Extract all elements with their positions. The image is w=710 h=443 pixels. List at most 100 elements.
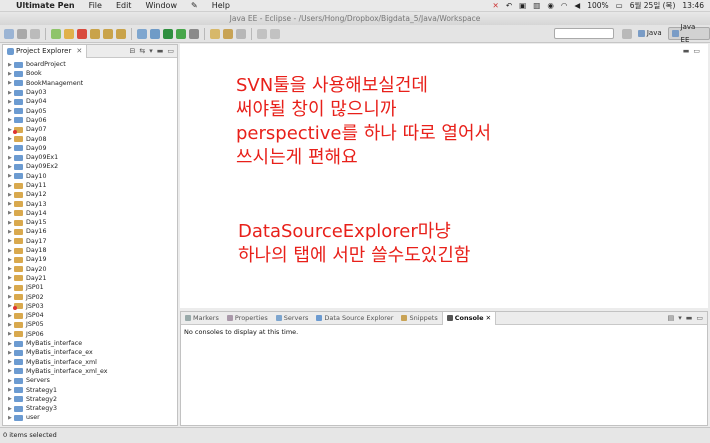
- back-icon[interactable]: [257, 28, 267, 39]
- step-return-icon[interactable]: [116, 28, 126, 39]
- suspend-icon[interactable]: [64, 28, 74, 39]
- tree-item-project[interactable]: ▶ MyBatis_interface_ex: [3, 348, 177, 357]
- terminate-icon[interactable]: [77, 28, 87, 39]
- menu-edit[interactable]: Edit: [116, 1, 132, 10]
- battery-percent[interactable]: 100%: [587, 1, 608, 10]
- clock-date[interactable]: 6월 25일 (목): [630, 0, 676, 11]
- step-into-icon[interactable]: [90, 28, 100, 39]
- new-icon[interactable]: [4, 28, 14, 39]
- menu-help[interactable]: Help: [212, 1, 230, 10]
- open-folder-icon[interactable]: [223, 28, 233, 39]
- tree-item-project[interactable]: ▶ MyBatis_interface_xml: [3, 358, 177, 367]
- battery-icon: ▭: [615, 1, 623, 10]
- debug-icon[interactable]: [51, 28, 61, 39]
- close-pen-icon[interactable]: ✕: [493, 1, 499, 10]
- maximize-icon[interactable]: ▭: [693, 47, 700, 55]
- minimize-icon[interactable]: ▬: [686, 314, 693, 322]
- tab-properties[interactable]: Properties: [223, 312, 272, 325]
- close-icon[interactable]: ✕: [486, 312, 491, 325]
- display-console-icon[interactable]: ▾: [678, 314, 682, 322]
- forward-icon[interactable]: [270, 28, 280, 39]
- perspective-java[interactable]: Java: [634, 27, 666, 40]
- clock-time[interactable]: 13:46: [682, 1, 704, 10]
- tree-item-project[interactable]: ▶ Book: [3, 69, 177, 78]
- pen-icon[interactable]: ✎: [191, 1, 198, 10]
- tree-item-project[interactable]: ▶ Day10: [3, 172, 177, 181]
- tree-item-project[interactable]: ▶ MyBatis_interface_xml_ex: [3, 367, 177, 376]
- tree-item-project[interactable]: ▶ Day07: [3, 125, 177, 134]
- tree-item-project[interactable]: ▶ Day20: [3, 265, 177, 274]
- tab-snippets[interactable]: Snippets: [397, 312, 441, 325]
- collapse-all-icon[interactable]: ⊟: [129, 47, 135, 55]
- minimize-icon[interactable]: ▬: [683, 47, 690, 55]
- tab-project-explorer[interactable]: Project Explorer ✕: [3, 44, 88, 58]
- quick-access-input[interactable]: [554, 28, 614, 39]
- tree-item-project[interactable]: ▶ Day18: [3, 246, 177, 255]
- tree-item-project[interactable]: ▶ MyBatis_interface: [3, 339, 177, 348]
- maximize-icon[interactable]: ▭: [696, 314, 703, 322]
- tree-item-project[interactable]: ▶ JSP05: [3, 320, 177, 329]
- tree-item-project[interactable]: ▶ Strategy2: [3, 395, 177, 404]
- tree-item-project[interactable]: ▶ Day09: [3, 144, 177, 153]
- web-browser-icon[interactable]: [150, 28, 160, 39]
- tree-item-project[interactable]: ▶ Day11: [3, 181, 177, 190]
- tree-item-project[interactable]: ▶ JSP03: [3, 302, 177, 311]
- tree-item-project[interactable]: ▶ user: [3, 413, 177, 422]
- tree-item-project[interactable]: ▶ Day05: [3, 106, 177, 115]
- tree-item-project[interactable]: ▶ Day12: [3, 190, 177, 199]
- tree-item-project[interactable]: ▶ Servers: [3, 376, 177, 385]
- server-icon[interactable]: [137, 28, 147, 39]
- tree-item-project[interactable]: ▶ Day04: [3, 97, 177, 106]
- tree-item-project[interactable]: ▶ Day17: [3, 237, 177, 246]
- external-tools-icon[interactable]: [189, 28, 199, 39]
- save-icon[interactable]: [17, 28, 27, 39]
- debug-run-icon[interactable]: [163, 28, 173, 39]
- search-icon[interactable]: [236, 28, 246, 39]
- tree-item-project[interactable]: ▶ Day19: [3, 255, 177, 264]
- tab-data-source-explorer[interactable]: Data Source Explorer: [312, 312, 397, 325]
- camera-icon[interactable]: ▣: [519, 1, 526, 10]
- minimize-icon[interactable]: ▬: [157, 47, 164, 55]
- save-all-icon[interactable]: [30, 28, 40, 39]
- link-editor-icon[interactable]: ⇆: [139, 47, 145, 55]
- run-icon[interactable]: [176, 28, 186, 39]
- menu-file[interactable]: File: [89, 1, 102, 10]
- app-menu[interactable]: Ultimate Pen: [16, 1, 75, 10]
- close-icon[interactable]: ✕: [76, 45, 82, 58]
- tree-item-project[interactable]: ▶ Day09Ex1: [3, 153, 177, 162]
- undo-icon[interactable]: ↶: [506, 1, 512, 10]
- tree-item-project[interactable]: ▶ Day15: [3, 218, 177, 227]
- tree-item-project[interactable]: ▶ Strategy3: [3, 404, 177, 413]
- tree-item-project[interactable]: ▶ JSP06: [3, 330, 177, 339]
- tree-item-project[interactable]: ▶ boardProject: [3, 60, 177, 69]
- volume-icon[interactable]: ◀: [574, 1, 580, 10]
- tree-item-project[interactable]: ▶ JSP01: [3, 283, 177, 292]
- tree-item-project[interactable]: ▶ BookManagement: [3, 79, 177, 88]
- tree-item-project[interactable]: ▶ Day08: [3, 134, 177, 143]
- tree-item-project[interactable]: ▶ Day14: [3, 209, 177, 218]
- tree-item-project[interactable]: ▶ Day06: [3, 116, 177, 125]
- tree-item-project[interactable]: ▶ Strategy1: [3, 385, 177, 394]
- tree-item-project[interactable]: ▶ JSP02: [3, 292, 177, 301]
- tab-console[interactable]: Console ✕: [441, 311, 497, 325]
- maximize-icon[interactable]: ▭: [167, 47, 174, 55]
- tree-item-project[interactable]: ▶ Day03: [3, 88, 177, 97]
- tab-servers[interactable]: Servers: [272, 312, 313, 325]
- wifi-icon[interactable]: ◠: [561, 1, 568, 10]
- tree-item-project[interactable]: ▶ Day09Ex2: [3, 162, 177, 171]
- perspective-java-ee[interactable]: Java EE: [667, 23, 710, 44]
- view-menu-icon[interactable]: ▾: [149, 47, 153, 55]
- eye-icon[interactable]: ◉: [547, 1, 554, 10]
- tree-item-project[interactable]: ▶ Day16: [3, 227, 177, 236]
- open-console-icon[interactable]: ▤: [668, 314, 675, 322]
- tree-item-project[interactable]: ▶ JSP04: [3, 311, 177, 320]
- tab-markers[interactable]: Markers: [181, 312, 223, 325]
- tree-item-project[interactable]: ▶ Day21: [3, 274, 177, 283]
- step-over-icon[interactable]: [103, 28, 113, 39]
- editor-area: ▬ ▭ SVN툴을 사용해보실건데 써야될 창이 많으니까 perspectiv…: [180, 44, 708, 308]
- menu-window[interactable]: Window: [145, 1, 177, 10]
- tree-item-project[interactable]: ▶ Day13: [3, 199, 177, 208]
- open-type-icon[interactable]: [210, 28, 220, 39]
- trash-icon[interactable]: ▥: [533, 1, 540, 10]
- open-perspective-icon[interactable]: [622, 28, 632, 39]
